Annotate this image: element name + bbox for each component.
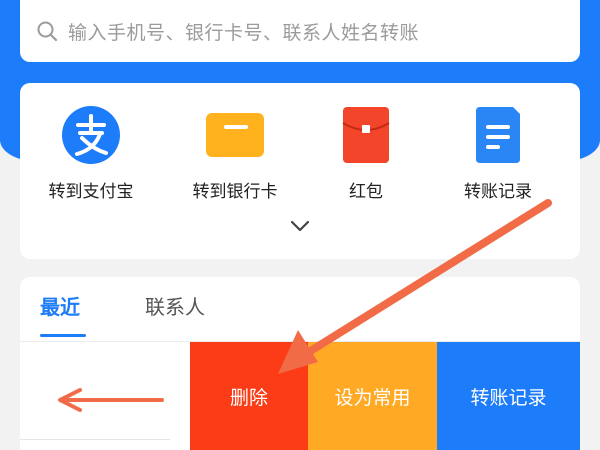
tab-contacts[interactable]: 联系人 — [145, 291, 205, 320]
red-envelope-icon — [342, 107, 390, 163]
transfer-record-icon — [476, 107, 520, 163]
swiped-list-item[interactable] — [20, 342, 190, 450]
quick-action-label: 红包 — [349, 182, 383, 202]
quick-action-label: 转账记录 — [464, 182, 532, 202]
delete-button[interactable]: 删除 — [190, 342, 308, 450]
transfer-record-button[interactable]: 转账记录 — [437, 342, 580, 450]
quick-actions-card: 转到支付宝 转到银行卡 红包 转账记录 — [20, 83, 580, 259]
bank-card-icon — [206, 113, 264, 157]
set-frequent-button[interactable]: 设为常用 — [308, 342, 437, 450]
quick-action-label: 转到银行卡 — [192, 182, 278, 202]
divider — [20, 439, 170, 440]
quick-action-transfer-records[interactable]: 转账记录 — [433, 105, 563, 215]
quick-action-label: 转到支付宝 — [48, 182, 134, 202]
chevron-down-icon[interactable] — [289, 216, 311, 236]
alipay-icon — [62, 106, 120, 164]
search-input[interactable]: 输入手机号、银行卡号、联系人姓名转账 — [68, 18, 419, 45]
quick-action-transfer-to-alipay[interactable]: 转到支付宝 — [26, 105, 156, 215]
search-bar[interactable]: 输入手机号、银行卡号、联系人姓名转账 — [20, 0, 580, 62]
search-icon — [37, 21, 58, 42]
tab-recent[interactable]: 最近 — [40, 291, 80, 320]
quick-action-red-envelope[interactable]: 红包 — [301, 105, 431, 215]
recent-contacts-card: 最近 联系人 删除 设为常用 转账记录 — [20, 277, 580, 450]
tab-active-indicator — [40, 334, 86, 337]
quick-action-transfer-to-bank-card[interactable]: 转到银行卡 — [170, 105, 300, 215]
